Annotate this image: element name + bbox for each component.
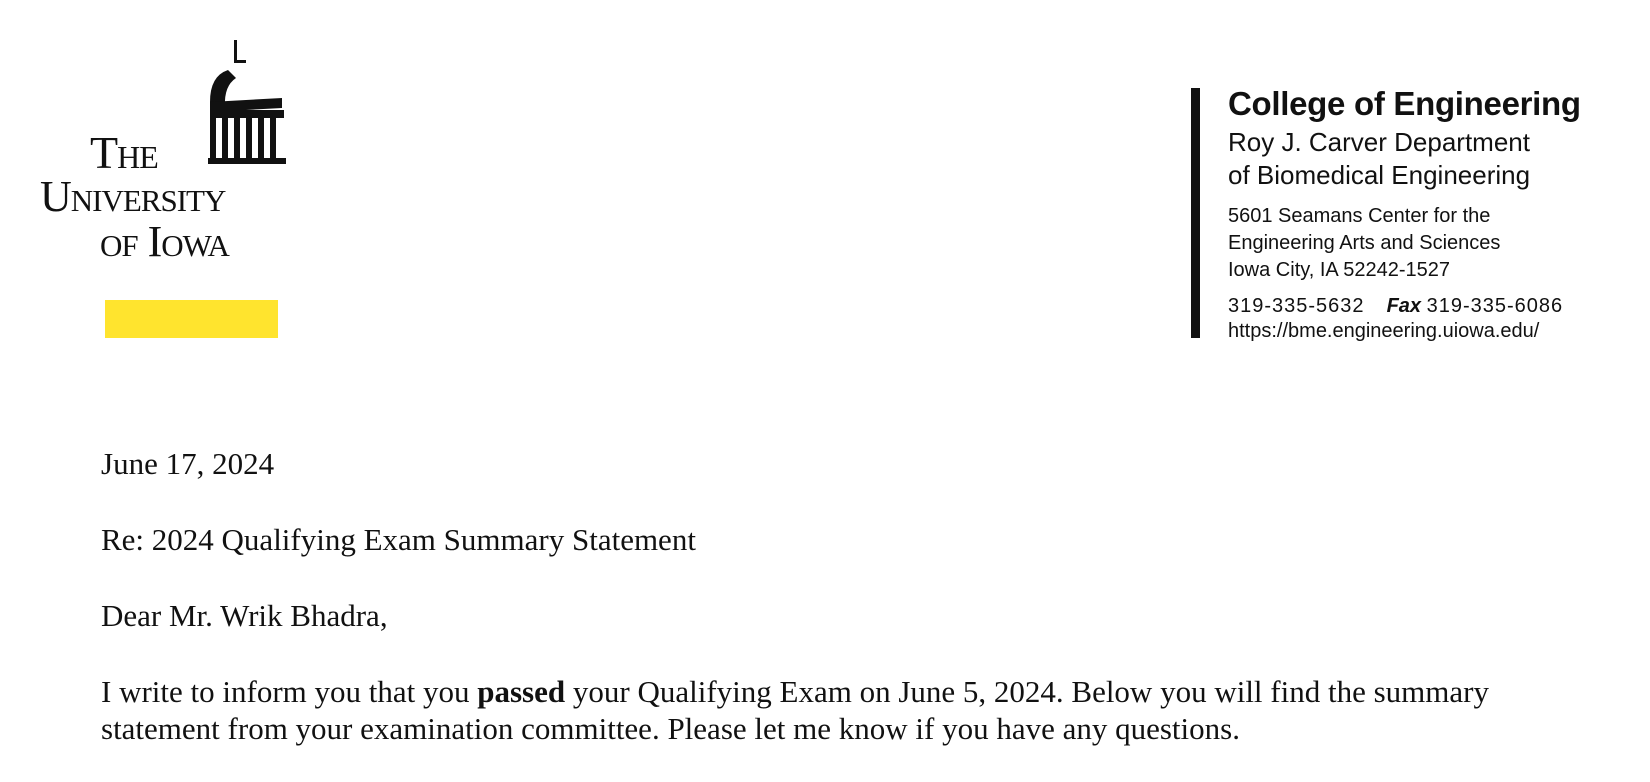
paragraph-text-passed: passed xyxy=(477,674,566,709)
website-link[interactable]: https://bme.engineering.uiowa.edu/ xyxy=(1228,319,1581,344)
logo-accent-bar xyxy=(105,300,278,338)
address-line1: 5601 Seamans Center for the xyxy=(1228,205,1491,227)
address-block: 5601 Seamans Center for the Engineering … xyxy=(1228,203,1581,284)
department-name-line2: of Biomedical Engineering xyxy=(1228,160,1531,190)
college-name: College of Engineering xyxy=(1228,85,1581,122)
letterhead-divider xyxy=(1191,88,1200,338)
phone-number: 319-335-5632 xyxy=(1228,295,1365,317)
fax-number: 319-335-6086 xyxy=(1426,295,1564,317)
letter-subject: Re: 2024 Qualifying Exam Summary Stateme… xyxy=(101,522,696,557)
logo-line-the: The xyxy=(90,127,159,178)
logo-line-of-iowa: of Iowa xyxy=(100,217,230,266)
address-line3: Iowa City, IA 52242-1527 xyxy=(1228,259,1450,281)
letter-salutation: Dear Mr. Wrik Bhadra, xyxy=(101,598,388,633)
phone-fax-line: 319-335-5632 Fax 319-335-6086 xyxy=(1228,294,1581,319)
letter-date: June 17, 2024 xyxy=(101,446,275,481)
university-of-iowa-logo: The University of Iowa xyxy=(40,40,286,340)
old-capitol-dome-icon xyxy=(208,40,286,164)
contact-block: 319-335-5632 Fax 319-335-6086 https://bme… xyxy=(1228,294,1581,344)
department-letterhead: College of Engineering Roy J. Carver Dep… xyxy=(1228,84,1581,344)
paragraph-text-start: I write to inform you that you xyxy=(101,674,478,709)
fax-label: Fax xyxy=(1386,295,1422,317)
logo-line-university: University xyxy=(40,172,226,221)
department-name-line1: Roy J. Carver Department xyxy=(1228,127,1530,157)
letter-body: June 17, 2024 Re: 2024 Qualifying Exam S… xyxy=(101,445,1581,747)
letter-paragraph: I write to inform you that you passed yo… xyxy=(101,673,1581,747)
address-line2: Engineering Arts and Sciences xyxy=(1228,232,1501,254)
